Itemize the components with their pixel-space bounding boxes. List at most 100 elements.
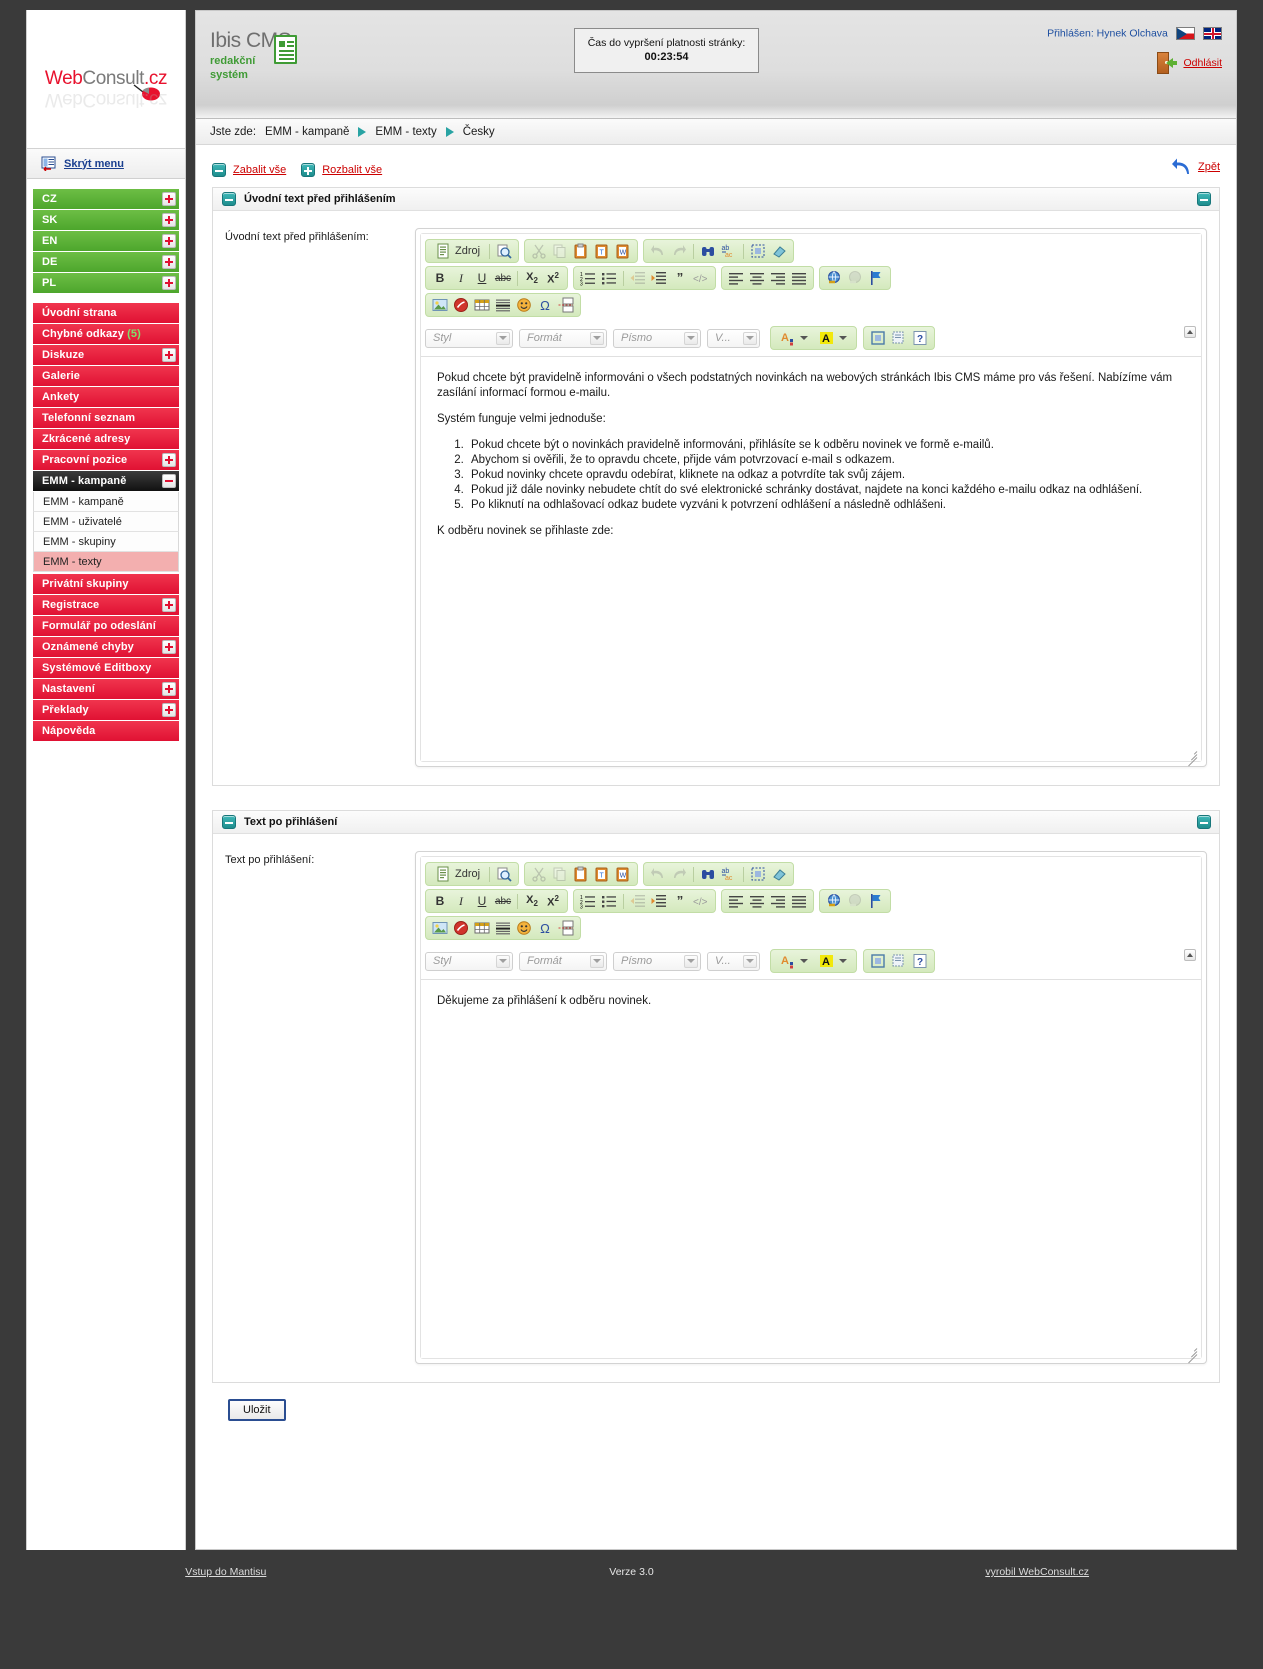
underline-button[interactable]: U: [472, 892, 492, 910]
text-color-button[interactable]: A: [775, 952, 813, 970]
about-button[interactable]: ?: [910, 329, 930, 347]
sidebar-item-emm-kampan[interactable]: EMM - kampaně: [33, 471, 179, 491]
redo-button[interactable]: [669, 865, 689, 883]
sidebar-item-vodn-strana[interactable]: Úvodní strana: [33, 303, 179, 323]
expand-all-icon[interactable]: [301, 163, 316, 177]
panel-collapse-icon-right[interactable]: [1197, 192, 1211, 206]
select-all-button[interactable]: [748, 242, 768, 260]
expand-icon[interactable]: [162, 255, 176, 269]
flash-button[interactable]: [451, 296, 471, 314]
collapse-icon[interactable]: [162, 474, 176, 488]
style-select[interactable]: Styl: [425, 951, 513, 971]
indent-button[interactable]: [649, 269, 669, 287]
source-button[interactable]: Zdroj: [430, 865, 485, 883]
font-select[interactable]: Písmo: [613, 328, 701, 348]
horizontal-rule-button[interactable]: [493, 296, 513, 314]
sidebar-item-pracovn-pozice[interactable]: Pracovní pozice: [33, 450, 179, 470]
font-select[interactable]: Písmo: [613, 951, 701, 971]
expand-icon[interactable]: [162, 640, 176, 654]
special-char-button[interactable]: Ω: [535, 296, 555, 314]
underline-button[interactable]: U: [472, 269, 492, 287]
format-select[interactable]: Formát: [519, 328, 607, 348]
replace-button[interactable]: ab ac: [719, 865, 739, 883]
editor-content-1[interactable]: Pokud chcete být pravidelně informováni …: [421, 356, 1201, 767]
preview-button[interactable]: [494, 242, 514, 260]
paste-button[interactable]: [571, 865, 591, 883]
breadcrumb-item-0[interactable]: EMM - kampaně: [265, 119, 349, 145]
blockquote-button[interactable]: ”: [670, 892, 690, 910]
mantis-link[interactable]: Vstup do Mantisu: [185, 1566, 266, 1578]
anchor-button[interactable]: [866, 892, 886, 910]
subscript-button[interactable]: X2: [522, 892, 542, 910]
back-action[interactable]: Zpět: [1171, 157, 1220, 177]
align-right-button[interactable]: [768, 269, 788, 287]
smiley-button[interactable]: [514, 919, 534, 937]
cut-button[interactable]: [529, 865, 549, 883]
numbered-list-button[interactable]: 1 2 3: [578, 269, 598, 287]
sidebar-item-cz[interactable]: CZ: [33, 189, 179, 209]
unlink-button[interactable]: [845, 892, 865, 910]
sidebar-item-chybn-odkazy[interactable]: Chybné odkazy (5): [33, 324, 179, 344]
size-select[interactable]: V...: [707, 328, 760, 348]
find-button[interactable]: [698, 242, 718, 260]
en-flag-icon[interactable]: [1203, 27, 1222, 40]
find-button[interactable]: [698, 865, 718, 883]
maximize-button[interactable]: [868, 952, 888, 970]
sidebar-item-diskuze[interactable]: Diskuze: [33, 345, 179, 365]
sidebar-item-p-eklady[interactable]: Překlady: [33, 700, 179, 720]
indent-button[interactable]: [649, 892, 669, 910]
preview-button[interactable]: [494, 865, 514, 883]
format-select[interactable]: Formát: [519, 951, 607, 971]
subscript-button[interactable]: X2: [522, 269, 542, 287]
panel-collapse-icon[interactable]: [222, 192, 236, 206]
background-color-button[interactable]: A: [814, 329, 852, 347]
link-button[interactable]: [824, 892, 844, 910]
expand-icon[interactable]: [162, 348, 176, 362]
superscript-button[interactable]: X2: [543, 269, 563, 287]
create-div-button[interactable]: </>: [691, 892, 711, 910]
show-blocks-button[interactable]: [889, 952, 909, 970]
table-button[interactable]: [472, 296, 492, 314]
sidebar-item-registrace[interactable]: Registrace: [33, 595, 179, 615]
sidebar-item-galerie[interactable]: Galerie: [33, 366, 179, 386]
sidebar-subitem-emm-skupiny[interactable]: EMM - skupiny: [33, 532, 179, 552]
unlink-button[interactable]: [845, 269, 865, 287]
outdent-button[interactable]: [628, 892, 648, 910]
hide-menu-label[interactable]: Skrýt menu: [64, 158, 124, 170]
blockquote-button[interactable]: ”: [670, 269, 690, 287]
align-center-button[interactable]: [747, 892, 767, 910]
expand-all-link[interactable]: Rozbalit vše: [322, 164, 382, 176]
bulleted-list-button[interactable]: [599, 269, 619, 287]
maximize-button[interactable]: [868, 329, 888, 347]
sidebar-subitem-emm-texty[interactable]: EMM - texty: [33, 552, 179, 572]
align-center-button[interactable]: [747, 269, 767, 287]
sidebar-item-ankety[interactable]: Ankety: [33, 387, 179, 407]
sidebar-subitem-emm-u-ivatel[interactable]: EMM - uživatelé: [33, 512, 179, 532]
undo-button[interactable]: [648, 242, 668, 260]
editor-content-2[interactable]: Děkujeme za přihlášení k odběru novinek.: [421, 979, 1201, 1364]
expand-icon[interactable]: [162, 682, 176, 696]
panel-collapse-icon-right[interactable]: [1197, 815, 1211, 829]
collapse-all-link[interactable]: Zabalit vše: [233, 164, 286, 176]
align-justify-button[interactable]: [789, 892, 809, 910]
remove-format-button[interactable]: [769, 865, 789, 883]
sidebar-item-ozn-men-chyby[interactable]: Oznámené chyby: [33, 637, 179, 657]
breadcrumb-item-2[interactable]: Česky: [463, 119, 495, 145]
sidebar-subitem-emm-kampan[interactable]: EMM - kampaně: [33, 492, 179, 512]
copy-button[interactable]: [550, 865, 570, 883]
table-button[interactable]: [472, 919, 492, 937]
expand-icon[interactable]: [162, 453, 176, 467]
expand-icon[interactable]: [162, 192, 176, 206]
panel-header[interactable]: Úvodní text před přihlášením: [213, 188, 1219, 211]
align-left-button[interactable]: [726, 269, 746, 287]
editor-resize-grip[interactable]: [1185, 1343, 1198, 1364]
style-select[interactable]: Styl: [425, 328, 513, 348]
numbered-list-button[interactable]: 1 2 3: [578, 892, 598, 910]
hide-menu-button[interactable]: Skrýt menu: [27, 149, 185, 179]
create-div-button[interactable]: </>: [691, 269, 711, 287]
collapse-all-icon[interactable]: [212, 163, 226, 177]
expand-icon[interactable]: [162, 276, 176, 290]
panel-collapse-icon[interactable]: [222, 815, 236, 829]
paste-word-button[interactable]: W: [613, 865, 633, 883]
breadcrumb-item-1[interactable]: EMM - texty: [375, 119, 436, 145]
